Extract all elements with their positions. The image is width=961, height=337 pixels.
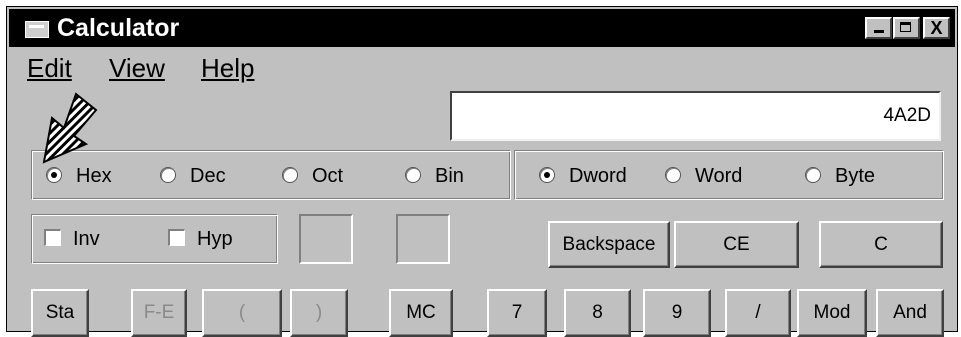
- radio-word-dot: [665, 167, 681, 183]
- number-base-group: Hex Dec Oct Bin: [31, 150, 511, 200]
- maximize-button[interactable]: [893, 17, 920, 39]
- radio-dword[interactable]: Dword: [539, 165, 627, 188]
- memory-indicator: [299, 214, 353, 264]
- radio-oct-dot: [282, 167, 298, 183]
- menu-edit[interactable]: Edit: [27, 51, 72, 85]
- radio-oct[interactable]: Oct: [282, 165, 343, 188]
- flags-group: Inv Hyp: [31, 214, 278, 264]
- menu-view-label: View: [109, 53, 165, 83]
- c-button[interactable]: C: [819, 221, 943, 268]
- inv-checkbox-box: [44, 229, 61, 246]
- backspace-button[interactable]: Backspace: [548, 221, 670, 268]
- radio-dec[interactable]: Dec: [160, 165, 226, 188]
- radio-bin[interactable]: Bin: [405, 165, 464, 188]
- radio-dword-dot: [539, 167, 555, 183]
- close-icon: X: [930, 18, 943, 38]
- title-bar[interactable]: Calculator X: [9, 9, 955, 47]
- word-size-group: Dword Word Byte: [514, 150, 944, 200]
- hyp-checkbox-box: [168, 229, 185, 246]
- menu-edit-label: Edit: [27, 53, 72, 83]
- radio-byte[interactable]: Byte: [805, 165, 875, 188]
- menu-help[interactable]: Help: [201, 51, 254, 85]
- minimize-button[interactable]: [865, 17, 892, 39]
- radio-byte-dot: [805, 167, 821, 183]
- display-value: 4A2D: [883, 105, 931, 126]
- radio-dword-label: Dword: [569, 165, 627, 187]
- menu-help-label: Help: [201, 53, 255, 83]
- hyp-checkbox[interactable]: Hyp: [168, 228, 233, 251]
- maximize-icon: [900, 22, 911, 32]
- radio-bin-dot: [405, 167, 421, 183]
- hatched-arrow-cursor-icon: [42, 92, 98, 164]
- minimize-icon: [874, 30, 884, 33]
- radio-dec-dot: [160, 167, 176, 183]
- radio-word-label: Word: [695, 165, 743, 187]
- window-title: Calculator: [57, 14, 180, 42]
- inv-label: Inv: [73, 228, 100, 250]
- calculator-icon: [25, 21, 49, 38]
- radio-byte-label: Byte: [835, 165, 876, 187]
- radio-word[interactable]: Word: [665, 165, 742, 188]
- result-display[interactable]: 4A2D: [450, 91, 941, 141]
- radio-hex-label: Hex: [76, 165, 112, 187]
- radio-bin-label: Bin: [435, 165, 464, 187]
- parenthesis-indicator: [396, 214, 450, 264]
- radio-oct-label: Oct: [312, 165, 344, 187]
- hyp-label: Hyp: [197, 228, 233, 250]
- close-button[interactable]: X: [923, 17, 950, 39]
- radio-hex[interactable]: Hex: [46, 165, 112, 188]
- calculator-window: Calculator X Edit View Help 4A2D Hex Dec…: [6, 6, 958, 337]
- menu-view[interactable]: View: [109, 51, 165, 85]
- inv-checkbox[interactable]: Inv: [44, 228, 100, 251]
- radio-hex-dot: [46, 167, 62, 183]
- ce-button[interactable]: CE: [674, 221, 799, 268]
- radio-dec-label: Dec: [190, 165, 226, 187]
